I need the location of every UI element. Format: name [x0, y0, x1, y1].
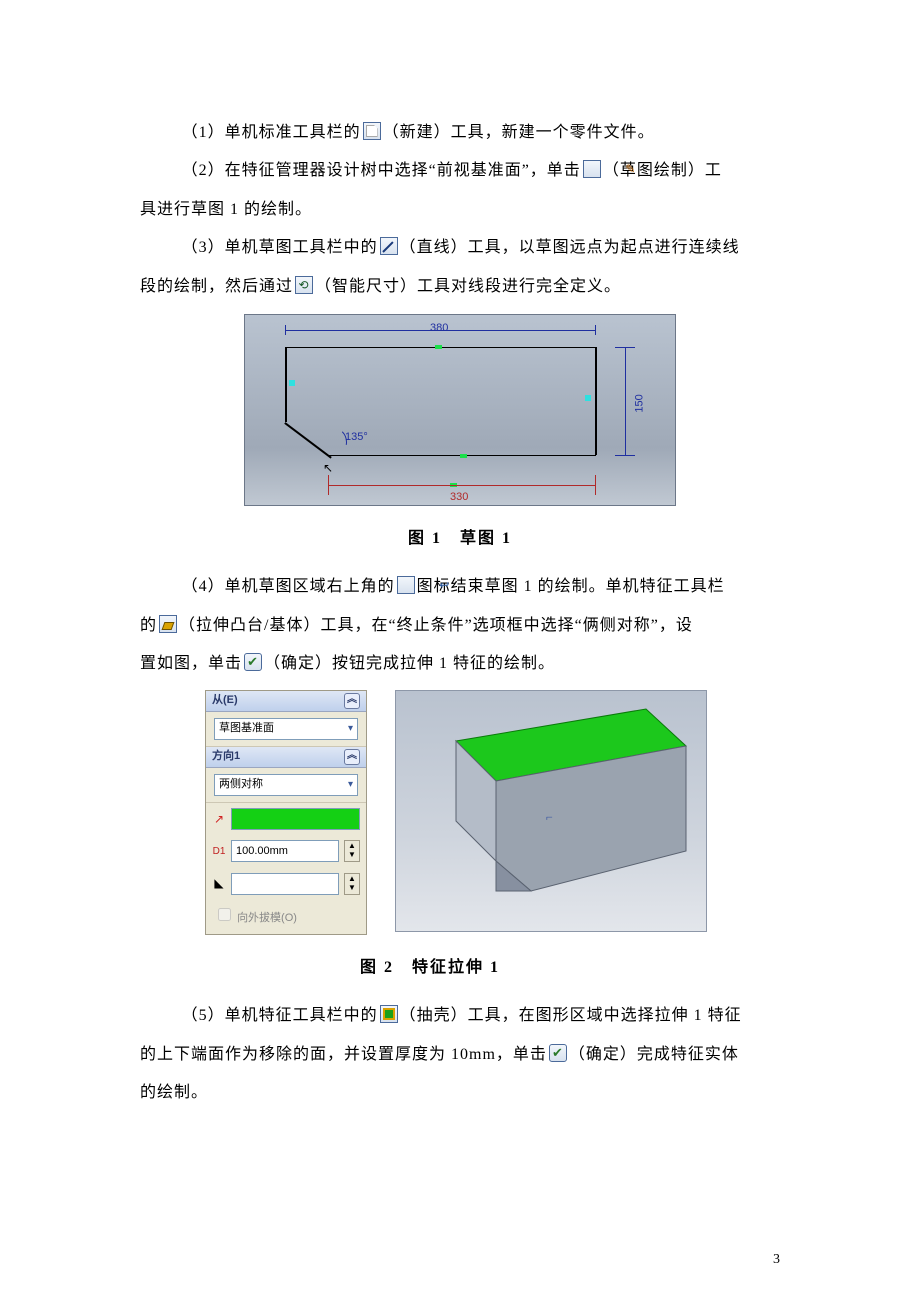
draft-outward-row: 向外拔模(O): [206, 900, 366, 934]
step2-a: （2）在特征管理器设计树中选择“前视基准面”，单击: [182, 162, 581, 179]
extrude-3d-icon: ⌐: [396, 691, 706, 931]
step2-b: （草图绘制）工: [603, 162, 722, 179]
direction-combo[interactable]: 两侧对称 ▾: [214, 774, 358, 796]
chevron-down-icon: ▾: [348, 719, 353, 738]
step-5-line1: （5）单机特征工具栏中的 （抽壳）工具，在图形区域中选择拉伸 1 特征: [140, 1001, 780, 1031]
step1-text-a: （1）单机标准工具栏的: [182, 124, 361, 141]
step-4-line1: （4）单机草图区域右上角的 图标结束草图 1 的绘制。单机特征工具栏: [140, 572, 780, 602]
draft-icon[interactable]: ◣: [212, 872, 226, 895]
dim-150: 150: [630, 394, 651, 412]
shell-tool-icon: [380, 1005, 398, 1023]
step1-text-b: （新建）工具，新建一个零件文件。: [383, 124, 655, 141]
draft-outward-label: 向外拔模(O): [237, 912, 297, 924]
dim-330: 330: [450, 487, 468, 508]
line-tool-icon: [380, 237, 398, 255]
draft-spinner[interactable]: ▲▼: [344, 873, 360, 895]
step3-d: （智能尺寸）工具对线段进行完全定义。: [315, 278, 621, 295]
new-file-icon: [363, 122, 381, 140]
dim-380: 380: [430, 318, 448, 339]
panel-header-from[interactable]: 从(E) ︽: [206, 691, 366, 712]
chevron-down-icon: ▾: [348, 775, 353, 794]
panel-header-direction[interactable]: 方向1 ︽: [206, 747, 366, 768]
dim-angle: 135°: [345, 427, 368, 448]
smart-dimension-icon: [295, 276, 313, 294]
depth-input[interactable]: 100.00mm: [231, 840, 339, 862]
hdr-from-label: 从(E): [212, 690, 238, 711]
step4-d: （拉伸凸台/基体）工具，在“终止条件”选项框中选择“俩侧对称”，设: [179, 617, 693, 634]
extrude-boss-icon: [159, 615, 177, 633]
page-number: 3: [773, 1247, 780, 1274]
step-2-line2: 具进行草图 1 的绘制。: [140, 195, 780, 225]
step3-c: 段的绘制，然后通过: [140, 278, 293, 295]
step4-a: （4）单机草图区域右上角的: [182, 578, 395, 595]
direction-combo-value: 两侧对称: [219, 774, 263, 795]
step5-c: 的上下端面作为移除的面，并设置厚度为 10mm，单击: [140, 1046, 547, 1063]
step4-c: 的: [140, 617, 157, 634]
draft-input-row: ◣ ▲▼: [206, 867, 366, 900]
draft-input[interactable]: [231, 873, 339, 895]
ok-check-icon: [244, 653, 262, 671]
figure-2-row: 从(E) ︽ 草图基准面 ▾ 方向1 ︽ 两侧对称 ▾ ↗: [205, 690, 780, 935]
depth-input-row: D1 100.00mm ▲▼: [206, 835, 366, 867]
direction-face-field[interactable]: [231, 808, 360, 830]
direction-arrow-icon[interactable]: ↗: [212, 808, 226, 831]
step3-b: （直线）工具，以草图远点为起点进行连续线: [400, 239, 740, 256]
step5-d: （确定）完成特征实体: [569, 1046, 739, 1063]
figure-2-caption: 图 2 特征拉伸 1: [80, 953, 780, 983]
step4-b: 图标结束草图 1 的绘制。单机特征工具栏: [417, 578, 725, 595]
extrude-property-panel: 从(E) ︽ 草图基准面 ▾ 方向1 ︽ 两侧对称 ▾ ↗: [205, 690, 367, 935]
step5-b: （抽壳）工具，在图形区域中选择拉伸 1 特征: [400, 1007, 742, 1024]
collapse-icon[interactable]: ︽: [344, 749, 360, 765]
svg-text:⌐: ⌐: [546, 810, 553, 824]
step-5-line3: 的绘制。: [140, 1078, 780, 1108]
figure-1-caption: 图 1 草图 1: [140, 524, 780, 554]
step-2-line1: （2）在特征管理器设计树中选择“前视基准面”，单击 （草图绘制）工: [140, 156, 780, 186]
step-4-line2: 的 （拉伸凸台/基体）工具，在“终止条件”选项框中选择“俩侧对称”，设: [140, 611, 780, 641]
exit-sketch-icon: [397, 576, 415, 594]
depth-symbol-icon: D1: [212, 842, 226, 861]
step-3-line1: （3）单机草图工具栏中的 （直线）工具，以草图远点为起点进行连续线: [140, 233, 780, 263]
depth-spinner[interactable]: ▲▼: [344, 840, 360, 862]
sketch-draw-icon: [583, 160, 601, 178]
collapse-icon[interactable]: ︽: [344, 693, 360, 709]
draft-outward-checkbox[interactable]: [218, 908, 231, 921]
direction-face-input-row: ↗: [206, 803, 366, 836]
step-1: （1）单机标准工具栏的 （新建）工具，新建一个零件文件。: [140, 118, 780, 148]
step-3-line2: 段的绘制，然后通过 （智能尺寸）工具对线段进行完全定义。: [140, 272, 780, 302]
step4-e: 置如图，单击: [140, 655, 242, 672]
ok-check-icon: [549, 1044, 567, 1062]
step-5-line2: 的上下端面作为移除的面，并设置厚度为 10mm，单击 （确定）完成特征实体: [140, 1040, 780, 1070]
extrude-preview-viewport: ⌐: [395, 690, 707, 932]
figure-sketch-1: 135° 380 150 330 ↖: [244, 314, 676, 506]
hdr-dir-label: 方向1: [212, 746, 240, 767]
from-combo-value: 草图基准面: [219, 718, 274, 739]
step3-a: （3）单机草图工具栏中的: [182, 239, 378, 256]
step5-a: （5）单机特征工具栏中的: [182, 1007, 378, 1024]
from-combo[interactable]: 草图基准面 ▾: [214, 718, 358, 740]
step-4-line3: 置如图，单击 （确定）按钮完成拉伸 1 特征的绘制。: [140, 649, 780, 679]
step4-f: （确定）按钮完成拉伸 1 特征的绘制。: [264, 655, 555, 672]
